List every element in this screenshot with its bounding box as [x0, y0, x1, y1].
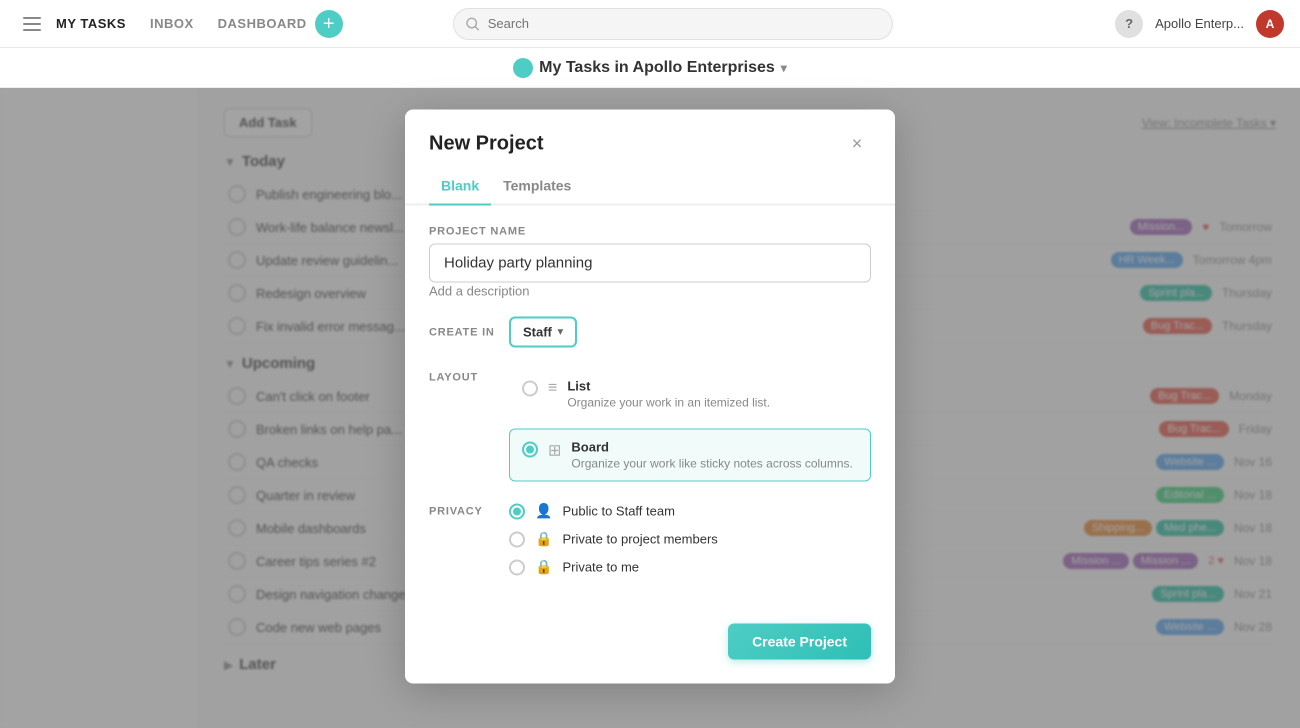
layout-list-desc: Organize your work in an itemized list. [567, 396, 770, 410]
layout-label: LAYOUT [429, 372, 509, 384]
create-in-dropdown[interactable]: Staff ▾ [509, 317, 577, 348]
create-in-label: CREATE IN [429, 326, 509, 338]
modal-tabs: Blank Templates [405, 158, 895, 206]
layout-board-title: Board [571, 440, 852, 455]
lock-me-icon: 🔒 [535, 558, 552, 575]
lock-members-icon: 🔒 [535, 530, 552, 547]
layout-list-radio[interactable] [522, 381, 538, 397]
public-icon: 👤 [535, 502, 552, 519]
layout-list-title: List [567, 379, 770, 394]
global-add-button[interactable]: + [315, 10, 343, 38]
privacy-options: 👤 Public to Staff team 🔒 Private to proj… [509, 502, 718, 576]
layout-options: ≡ List Organize your work in an itemized… [509, 368, 871, 482]
top-nav: MY TASKS INBOX DASHBOARD + ? Apollo Ente… [0, 0, 1300, 48]
board-layout-icon: ⊞ [548, 441, 561, 461]
search-input[interactable] [488, 16, 881, 31]
layout-board-radio[interactable] [522, 442, 538, 458]
project-name-label: PROJECT NAME [429, 226, 871, 238]
workspace-name: Apollo Enterp... [1155, 16, 1244, 31]
dropdown-chevron-icon: ▾ [558, 327, 563, 338]
privacy-option-private-me[interactable]: 🔒 Private to me [509, 558, 718, 576]
workspace-title: My Tasks in Apollo Enterprises ▾ [513, 58, 787, 78]
privacy-members-label: Private to project members [562, 531, 717, 546]
project-name-input[interactable] [429, 244, 871, 283]
nav-links: MY TASKS INBOX DASHBOARD [56, 16, 307, 31]
modal-title: New Project [429, 132, 543, 155]
nav-inbox[interactable]: INBOX [150, 16, 194, 31]
layout-list-text: List Organize your work in an itemized l… [567, 379, 770, 410]
workspace-header: My Tasks in Apollo Enterprises ▾ [0, 48, 1300, 88]
add-description-link[interactable]: Add a description [429, 284, 529, 299]
modal-body: PROJECT NAME Add a description CREATE IN… [405, 206, 895, 624]
layout-option-board[interactable]: ⊞ Board Organize your work like sticky n… [509, 429, 871, 482]
nav-my-tasks[interactable]: MY TASKS [56, 16, 126, 31]
search-icon [466, 17, 479, 31]
menu-icon[interactable] [16, 8, 48, 40]
privacy-me-label: Private to me [562, 559, 639, 574]
create-project-button[interactable]: Create Project [728, 624, 871, 660]
privacy-option-public[interactable]: 👤 Public to Staff team [509, 502, 718, 520]
project-name-group: PROJECT NAME Add a description [429, 226, 871, 301]
new-project-modal: New Project × Blank Templates PROJECT NA… [405, 110, 895, 684]
nav-dashboard[interactable]: DASHBOARD [218, 16, 307, 31]
tab-templates[interactable]: Templates [491, 170, 583, 206]
modal-close-button[interactable]: × [843, 130, 871, 158]
layout-board-text: Board Organize your work like sticky not… [571, 440, 852, 471]
layout-option-list[interactable]: ≡ List Organize your work in an itemized… [509, 368, 871, 421]
privacy-option-private-members[interactable]: 🔒 Private to project members [509, 530, 718, 548]
create-in-group: CREATE IN Staff ▾ [429, 317, 871, 348]
workspace-title-text: My Tasks in Apollo Enterprises [539, 59, 775, 77]
workspace-avatar [513, 58, 533, 78]
layout-group: LAYOUT ≡ List Organize your work in an i… [429, 368, 871, 482]
privacy-label: PRIVACY [429, 506, 509, 518]
user-avatar[interactable]: A [1256, 10, 1284, 38]
layout-board-desc: Organize your work like sticky notes acr… [571, 457, 852, 471]
modal-header: New Project × [405, 110, 895, 158]
list-layout-icon: ≡ [548, 380, 557, 398]
modal-footer: Create Project [405, 624, 895, 684]
create-in-value: Staff [523, 325, 552, 340]
nav-right: ? Apollo Enterp... A [1115, 10, 1284, 38]
search-bar [453, 8, 893, 40]
privacy-public-radio[interactable] [509, 504, 525, 520]
privacy-public-label: Public to Staff team [562, 503, 675, 518]
privacy-me-radio[interactable] [509, 560, 525, 576]
workspace-chevron-icon[interactable]: ▾ [781, 61, 787, 75]
main-content: Add Task View: Incomplete Tasks ▾ ▼ Toda… [0, 88, 1300, 728]
help-button[interactable]: ? [1115, 10, 1143, 38]
privacy-group: PRIVACY 👤 Public to Staff team 🔒 Private… [429, 502, 871, 576]
privacy-members-radio[interactable] [509, 532, 525, 548]
tab-blank[interactable]: Blank [429, 170, 491, 206]
